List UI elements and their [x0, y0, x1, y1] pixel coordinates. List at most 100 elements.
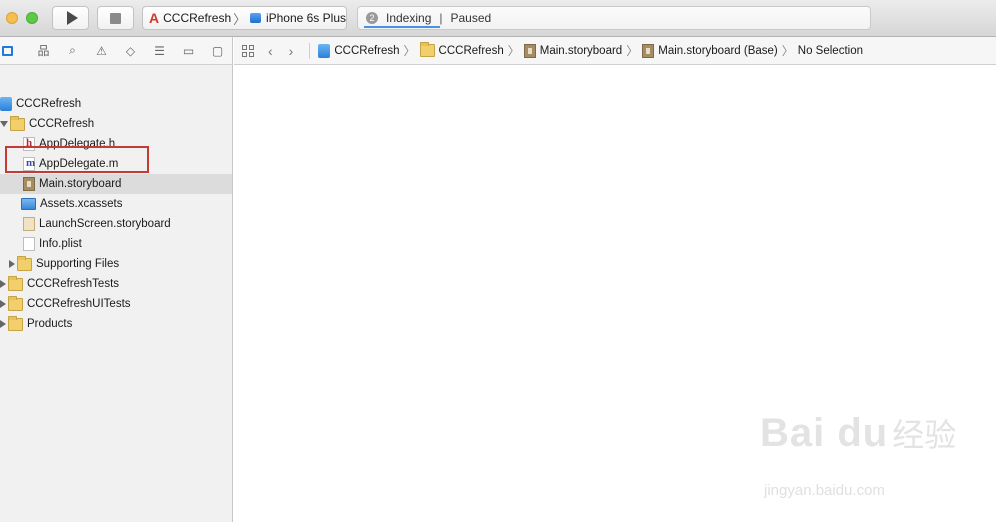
disclosure-collapsed-icon[interactable]: [0, 300, 6, 308]
storyboard-file-icon: [523, 43, 536, 58]
storyboard-file-icon: [642, 43, 655, 58]
tree-item-info-plist[interactable]: Info.plist: [0, 234, 232, 254]
project-navigator-tab[interactable]: [0, 37, 29, 65]
chevron-right-icon: 〉: [233, 11, 247, 27]
tree-item-label: AppDelegate.m: [39, 158, 119, 170]
breadcrumb-selection[interactable]: No Selection: [798, 45, 863, 57]
activity-separator: |: [439, 11, 443, 25]
folder-icon: [8, 315, 23, 331]
diamond-icon: ◇: [125, 43, 136, 58]
minimize-window-button[interactable]: [6, 12, 18, 24]
breadcrumb-storyboard-base[interactable]: Main.storyboard (Base): [642, 43, 778, 58]
related-items-grid-icon[interactable]: [242, 44, 254, 57]
jump-bar: ‹ › CCCRefresh 〉 CCCRefresh 〉 Main.story…: [234, 37, 996, 65]
storyboard-file-icon: [23, 177, 35, 191]
breadcrumb-label: CCCRefresh: [334, 44, 400, 57]
tree-item-label: CCCRefresh: [29, 118, 95, 130]
device-name: iPhone 6s Plus: [265, 11, 346, 25]
back-arrow-icon[interactable]: ‹: [268, 43, 273, 59]
tree-item-launchscreen[interactable]: LaunchScreen.storyboard: [0, 214, 232, 234]
folder-icon: [10, 115, 25, 131]
breadcrumb-label: No Selection: [797, 44, 863, 57]
tree-item-label: Assets.xcassets: [40, 198, 123, 210]
tree-item-appdelegate-h[interactable]: h AppDelegate.h: [0, 134, 232, 154]
tree-item-uitests[interactable]: CCCRefreshUITests: [0, 294, 232, 314]
breadcrumb-label: Main.storyboard: [539, 44, 623, 57]
disclosure-collapsed-icon[interactable]: [0, 280, 6, 288]
tree-item-label: LaunchScreen.storyboard: [39, 218, 171, 230]
folder-icon: [8, 275, 23, 291]
disclosure-expanded-icon[interactable]: [0, 121, 8, 127]
activity-state: Paused: [450, 11, 492, 25]
device-icon: [250, 13, 261, 23]
project-file-icon: [318, 43, 331, 58]
tree-item-label: CCCRefresh: [16, 98, 82, 110]
indexing-progress-bar: [364, 26, 440, 28]
stop-icon: [110, 12, 121, 24]
app-scheme-icon: A: [149, 10, 160, 26]
breadcrumb-label: Main.storyboard (Base): [658, 44, 778, 57]
tree-item-label: Info.plist: [39, 238, 82, 250]
speech-bubble-icon: ▢: [211, 43, 224, 58]
folder-icon: [419, 42, 435, 57]
activity-viewer: 2 Indexing | Paused: [357, 6, 871, 30]
tree-item-label: AppDelegate.h: [39, 138, 116, 150]
header-file-icon: h: [23, 137, 35, 151]
tree-item-project[interactable]: CCCRefresh: [0, 94, 232, 114]
hierarchy-icon: 品: [37, 44, 50, 58]
breadcrumb-group[interactable]: CCCRefresh: [419, 42, 504, 57]
chevron-right-icon: 〉: [626, 44, 639, 58]
activity-count-badge[interactable]: 2: [366, 12, 378, 24]
play-icon: [66, 11, 78, 25]
tree-item-group-cccrefresh[interactable]: CCCRefresh: [0, 114, 232, 134]
scheme-selector[interactable]: A CCCRefresh 〉 iPhone 6s Plus: [142, 6, 347, 30]
storyboard-file-icon: [23, 217, 35, 231]
warning-icon: ⚠: [96, 43, 107, 58]
chevron-right-icon: 〉: [403, 44, 416, 58]
tree-item-supporting-files[interactable]: Supporting Files: [0, 254, 232, 274]
test-navigator-tab[interactable]: ◇: [116, 37, 145, 65]
chevron-right-icon: 〉: [507, 44, 520, 58]
activity-status: Indexing: [386, 11, 432, 25]
tree-item-products[interactable]: Products: [0, 314, 232, 334]
tree-item-label: CCCRefreshTests: [27, 278, 120, 290]
folder-icon: [2, 45, 13, 56]
find-navigator-tab[interactable]: ⌕: [58, 37, 87, 65]
window-toolbar: A CCCRefresh 〉 iPhone 6s Plus 2 Indexing…: [0, 0, 996, 37]
plist-file-icon: [23, 237, 35, 251]
run-button[interactable]: [52, 6, 89, 30]
tree-item-label: Main.storyboard: [39, 178, 122, 190]
breadcrumb-project[interactable]: CCCRefresh: [318, 43, 400, 58]
tree-item-assets[interactable]: Assets.xcassets: [0, 194, 232, 214]
debug-navigator-tab[interactable]: ☰: [145, 37, 174, 65]
source-file-icon: m: [23, 157, 35, 171]
chevron-right-icon: 〉: [781, 44, 794, 58]
symbol-navigator-tab[interactable]: 品: [29, 37, 58, 65]
tree-item-tests[interactable]: CCCRefreshTests: [0, 274, 232, 294]
disclosure-collapsed-icon[interactable]: [0, 320, 6, 328]
folder-icon: [17, 255, 32, 271]
zoom-window-button[interactable]: [26, 12, 38, 24]
scheme-name: CCCRefresh: [163, 11, 232, 25]
stop-button[interactable]: [97, 6, 134, 30]
gauge-icon: ☰: [154, 43, 165, 58]
tree-item-label: Supporting Files: [36, 258, 120, 270]
tree-item-label: CCCRefreshUITests: [27, 298, 131, 310]
watermark-url: jingyan.baidu.com: [764, 482, 885, 499]
navigator-selector-bar: 品 ⌕ ⚠ ◇ ☰ ▭ ▢: [0, 37, 232, 65]
watermark-logo: Bai du 经验: [760, 411, 957, 455]
report-navigator-tab[interactable]: ▢: [203, 37, 232, 65]
tree-item-label: Products: [27, 318, 73, 330]
search-icon: ⌕: [69, 43, 76, 57]
breadcrumb-storyboard[interactable]: Main.storyboard: [523, 43, 623, 58]
breakpoint-navigator-tab[interactable]: ▭: [174, 37, 203, 65]
breadcrumb-label: CCCRefresh: [438, 44, 504, 57]
tree-item-appdelegate-m[interactable]: m AppDelegate.m: [0, 154, 232, 174]
folder-icon: [8, 295, 23, 311]
issue-navigator-tab[interactable]: ⚠: [87, 37, 116, 65]
forward-arrow-icon[interactable]: ›: [289, 43, 294, 59]
project-file-icon: [0, 97, 12, 111]
tree-item-main-storyboard[interactable]: Main.storyboard: [0, 174, 232, 194]
project-navigator-pane: 品 ⌕ ⚠ ◇ ☰ ▭ ▢ CCCRefresh CCCRefresh h Ap…: [0, 37, 233, 522]
disclosure-collapsed-icon[interactable]: [9, 260, 15, 268]
